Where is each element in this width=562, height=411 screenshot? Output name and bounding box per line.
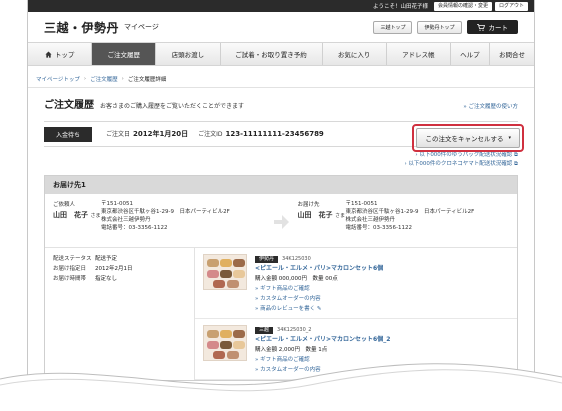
main-nav: トップ ご注文履歴 店頭お渡し ご試着・お取り置き予約 お気に入り アドレス帳 … [28, 42, 534, 66]
nav-item-order-history[interactable]: ご注文履歴 [92, 43, 157, 65]
cancel-order-button[interactable]: この注文をキャンセルする ▾ [416, 128, 520, 148]
cart-button[interactable]: カート [466, 20, 518, 34]
delivery-date-label: お届け指定日 [53, 266, 87, 272]
caret-down-icon: ▾ [508, 135, 511, 141]
requester-label: ご依頼人 山田 花子 さま [53, 202, 101, 219]
store-tag: 伊勢丹 [255, 256, 279, 263]
destination-name: 山田 花子 さま [297, 211, 345, 219]
product-code: 34K125030_2 [277, 327, 312, 333]
usage-help-link[interactable]: » ご注文履歴の使い方 [463, 102, 518, 110]
cart-label: カート [488, 24, 509, 32]
nav-item-contact[interactable]: お問合せ [490, 43, 534, 65]
logout-button[interactable]: ログアウト [494, 1, 528, 11]
destination-label: お届け先 山田 花子 さま [297, 202, 345, 219]
order-id: 123-11111111-23456789 [225, 130, 324, 138]
nav-label: トップ [54, 51, 75, 59]
delivery-time-value: 指定なし [95, 276, 118, 282]
product-name-link[interactable]: <ピエール・エルメ・パリ>マカロンセット6個 [255, 264, 383, 274]
title-row: ご注文履歴 お客さまのご購入履歴をご覧いただくことができます » ご注文履歴の使… [28, 88, 534, 111]
site-logo[interactable]: 三越・伊勢丹 [44, 19, 119, 36]
delivery-date-value: 2012年2月1日 [95, 266, 133, 272]
order-id-label: ご注文ID [198, 131, 223, 138]
delivery-time-label: お届け時間帯 [53, 276, 87, 282]
breadcrumb-mypage-top[interactable]: マイページトップ [36, 75, 80, 83]
requester-address: 〒151-0051 東京都渋谷区千駄ヶ谷1-29-9 日本パーティビル2F 株式… [101, 201, 230, 231]
custom-order-link[interactable]: » カスタムオーダーの内容 [255, 294, 383, 304]
order-status-badge: 入金待ち [44, 126, 93, 142]
write-review-link[interactable]: » 商品のレビューを書く ✎ [255, 304, 383, 314]
address-row: ご依頼人 山田 花子 さま 〒151-0051 東京都渋谷区千駄ヶ谷1-29-9… [45, 194, 517, 248]
nav-item-help[interactable]: ヘルプ [451, 43, 490, 65]
breadcrumb: マイページトップ › ご注文履歴 › ご注文履歴詳細 [28, 74, 534, 88]
yamato-tracking-link[interactable]: › 以下000件のクロネコヤマト配送状況確認 ⧉ [28, 160, 518, 169]
requester-name: 山田 花子 さま [53, 211, 101, 219]
logo-subtitle: マイページ [124, 23, 159, 31]
product-code: 34K125030 [282, 256, 311, 262]
cancel-order-label: この注文をキャンセルする [425, 135, 504, 143]
torn-edge-decoration [0, 363, 562, 411]
destination-address: 〒151-0051 東京都渋谷区千駄ヶ谷1-29-9 日本パーティビル2F 株式… [345, 201, 475, 231]
breadcrumb-separator: › [83, 75, 87, 82]
welcome-text: ようこそ！山田花子様 [372, 4, 428, 10]
delivery-status-value: 配送予定 [95, 256, 118, 262]
order-date: 2012年1月20日 [133, 130, 189, 138]
breadcrumb-order-history[interactable]: ご注文履歴 [90, 75, 118, 83]
tracking-links: › 以下000件のゆうパック配送状況確認 ⧉ › 以下000件のクロネコヤマト配… [28, 151, 518, 169]
product-item: 伊勢丹 34K125030 <ピエール・エルメ・パリ>マカロンセット6個 購入金額… [195, 248, 517, 319]
breadcrumb-current: ご注文履歴詳細 [127, 76, 167, 83]
order-meta: ご注文日 2012年1月20日 ご注文ID 123-11111111-2345678… [106, 129, 332, 139]
nav-item-store-pickup[interactable]: 店頭お渡し [156, 43, 221, 65]
arrow-right-icon [264, 200, 297, 243]
gift-check-link[interactable]: » ギフト商品のご確認 [255, 284, 383, 294]
nav-item-fitting-reservation[interactable]: ご試着・お取り置き予約 [221, 43, 323, 65]
product-info: 伊勢丹 34K125030 <ピエール・エルメ・パリ>マカロンセット6個 購入金額… [255, 254, 383, 314]
yupack-tracking-link[interactable]: › 以下000件のゆうパック配送状況確認 ⧉ [28, 151, 518, 160]
nav-item-top[interactable]: トップ [28, 43, 93, 65]
site-header: 三越・伊勢丹 マイページ 三越トップ 伊勢丹トップ カート [28, 12, 534, 42]
cancel-highlight: この注文をキャンセルする ▾ [412, 124, 524, 152]
delivery-status-label: 配送ステータス [53, 256, 92, 262]
destination-block: お届け先 山田 花子 さま 〒151-0051 東京都渋谷区千駄ヶ谷1-29-9… [298, 200, 509, 243]
requester-block: ご依頼人 山田 花子 さま 〒151-0051 東京都渋谷区千駄ヶ谷1-29-9… [53, 200, 264, 243]
order-date-label: ご注文日 [106, 131, 131, 138]
nav-item-favorites[interactable]: お気に入り [323, 43, 387, 65]
top-utility-bar: ようこそ！山田花子様 会員情報の確認・変更 ログアウト [28, 0, 534, 12]
product-image[interactable] [203, 254, 247, 290]
order-summary-bar: 入金待ち ご注文日 2012年1月20日 ご注文ID 123-11111111-23… [44, 121, 524, 152]
cart-icon [476, 23, 485, 31]
nav-item-address-book[interactable]: アドレス帳 [387, 43, 451, 65]
page-title: ご注文履歴 [44, 100, 94, 111]
product-price: 購入金額 000,000円 数量 00点 [255, 276, 338, 282]
breadcrumb-separator: › [121, 75, 124, 82]
page-description: お客さまのご購入履歴をご覧いただくことができます [100, 103, 245, 110]
store-tag: 三越 [255, 327, 274, 334]
mitsukoshi-top-button[interactable]: 三越トップ [373, 20, 413, 34]
home-icon [45, 50, 52, 58]
isetan-top-button[interactable]: 伊勢丹トップ [417, 20, 462, 34]
shipment-header: お届け先1 [45, 176, 517, 194]
member-info-button[interactable]: 会員情報の確認・変更 [433, 1, 492, 11]
